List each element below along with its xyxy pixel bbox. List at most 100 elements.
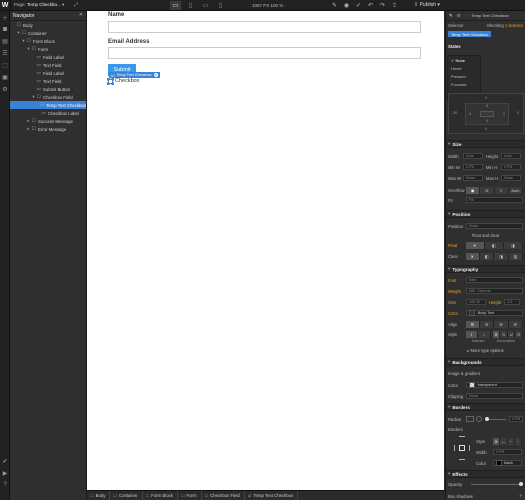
navigator-item[interactable]: ▾ ☐ Checkbox Field xyxy=(10,93,86,101)
ecommerce-icon[interactable]: ⬚ xyxy=(0,59,10,71)
align-justify-icon[interactable]: ☰ xyxy=(508,321,524,328)
add-icon[interactable]: ＋ xyxy=(519,493,523,499)
close-icon[interactable]: ✕ xyxy=(465,253,480,260)
fit-select[interactable]: Fill xyxy=(465,197,523,203)
border-bottom-icon[interactable] xyxy=(459,454,465,460)
navigator-icon[interactable]: ≣ xyxy=(0,23,10,35)
font-size-input[interactable]: 100 % xyxy=(466,299,486,305)
eye-icon[interactable]: ◉ xyxy=(342,1,351,10)
effects-section-header[interactable]: ▾ Effects xyxy=(446,470,525,478)
weight-select[interactable]: 400 - Normal xyxy=(465,288,523,294)
min-width-input[interactable]: 0 PX xyxy=(463,164,483,170)
clear-both-icon[interactable]: ▥ xyxy=(508,253,524,260)
radius-each-icon[interactable] xyxy=(476,416,482,422)
undo-icon[interactable]: ↶ xyxy=(366,1,375,10)
border-top-icon[interactable] xyxy=(459,436,465,442)
name-text-field[interactable] xyxy=(108,21,421,33)
breadcrumb-item[interactable]: ☑ Temp Text Checkbox xyxy=(245,490,299,500)
add-panel-icon[interactable]: ＋ xyxy=(0,11,10,23)
padding-top-value[interactable]: 0 xyxy=(486,104,488,108)
height-input[interactable]: Auto xyxy=(501,153,521,159)
page-selector[interactable]: Page: Temp Checkbo... ▾ xyxy=(14,2,64,8)
dashed-line-icon[interactable]: ╌ xyxy=(507,438,515,445)
border-color-input[interactable]: black xyxy=(493,460,522,466)
line-height-input[interactable]: 1.2 xyxy=(504,299,520,305)
status-check-icon[interactable]: ✔ xyxy=(354,1,363,10)
breadcrumb-item[interactable]: ☐ Form Block xyxy=(143,490,178,500)
clipping-select[interactable]: None xyxy=(466,393,523,399)
padding-bottom-value[interactable]: 0 xyxy=(486,119,488,123)
dotted-line-icon[interactable]: ┈ xyxy=(514,438,522,445)
scroll-icon[interactable]: ≡ xyxy=(494,187,509,194)
width-input[interactable]: Auto xyxy=(463,153,483,159)
selector-chip[interactable]: Temp Text Checkbox xyxy=(448,31,492,37)
spacing-box-model[interactable]: 0 -20 0 0 0 0 0 0 xyxy=(448,93,524,134)
checkbox-field[interactable]: Checkbox xyxy=(107,77,139,85)
size-section-header[interactable]: ▾ Size xyxy=(446,140,525,148)
min-height-input[interactable]: 0 PX xyxy=(501,164,521,170)
border-width-input[interactable]: 0 PX xyxy=(493,449,522,455)
padding-right-value[interactable]: 0 xyxy=(503,112,505,116)
float-clear-toggle[interactable]: Float and clear xyxy=(472,233,500,238)
opacity-slider[interactable] xyxy=(471,482,523,486)
desktop-device-icon[interactable]: ▭ xyxy=(170,1,181,10)
expand-icon[interactable]: ⤢ xyxy=(72,1,80,9)
font-select[interactable]: Inter xyxy=(465,277,523,283)
state-option[interactable]: Hover xyxy=(448,64,480,72)
overline-icon[interactable]: Ō xyxy=(515,331,523,338)
navigator-item[interactable]: ▾ ☐ Container xyxy=(10,29,86,37)
typography-section-header[interactable]: ▾ Typography xyxy=(446,265,525,273)
solid-line-icon[interactable]: — xyxy=(500,438,508,445)
element-settings-icon[interactable]: ⚙ xyxy=(153,73,158,77)
italic-off-icon[interactable]: I xyxy=(465,331,479,338)
share-icon[interactable]: ⇪ xyxy=(390,1,399,10)
eye-icon[interactable]: ◉ xyxy=(466,187,481,194)
backgrounds-section-header[interactable]: ▾ Backgrounds xyxy=(446,358,525,366)
italic-icon[interactable]: I xyxy=(478,331,491,338)
radius-slider[interactable] xyxy=(485,416,506,421)
float-right-icon[interactable]: ◨ xyxy=(503,242,524,249)
position-section-header[interactable]: ▾ Position xyxy=(446,210,525,218)
mobile-landscape-icon[interactable]: ▭ xyxy=(200,1,211,10)
navigator-item[interactable]: ▸ ☐ Success Message xyxy=(10,117,86,125)
tablet-device-icon[interactable]: ▯ xyxy=(185,1,196,10)
navigator-item[interactable]: ▭ Submit Button xyxy=(10,85,86,93)
help-icon[interactable]: ? xyxy=(0,479,10,491)
brush-icon[interactable]: ✎ xyxy=(330,1,339,10)
navigator-item[interactable]: ▭ Field Label xyxy=(10,53,86,61)
overflow-auto-option[interactable]: Auto xyxy=(508,187,523,194)
close-icon[interactable]: ✕ xyxy=(465,242,485,249)
breadcrumb-item[interactable]: ☐ Container xyxy=(110,490,143,500)
margin-right-value[interactable]: 0 xyxy=(517,111,519,115)
navigator-item[interactable]: ▸ ☐ Error Message xyxy=(10,125,86,133)
radius-all-icon[interactable] xyxy=(466,416,474,422)
webflow-logo-icon[interactable]: W xyxy=(0,0,11,11)
redo-icon[interactable]: ↷ xyxy=(378,1,387,10)
close-icon[interactable]: ✕ xyxy=(493,438,501,445)
navigator-item[interactable]: ▾ ☐ Form Block xyxy=(10,37,86,45)
navigator-item[interactable]: ▾ ☐ Form xyxy=(10,45,86,53)
navigator-item[interactable]: ▭ Checkbox Label xyxy=(10,109,86,117)
close-icon[interactable]: ✕ xyxy=(79,12,83,18)
state-option[interactable]: Pressed xyxy=(448,72,480,80)
checkbox-input[interactable] xyxy=(107,77,114,85)
tab-style-icon[interactable]: ✎ xyxy=(448,13,454,19)
close-icon[interactable]: ✕ xyxy=(492,331,501,338)
state-option[interactable]: ✓ None xyxy=(448,56,480,64)
breadcrumb-item[interactable]: ☐ Checkbox Field xyxy=(202,490,245,500)
state-option[interactable]: Focused xyxy=(448,80,480,88)
clear-right-icon[interactable]: ◨ xyxy=(494,253,509,260)
navigator-item[interactable]: ☑ Temp Text Checkbox xyxy=(10,101,86,109)
margin-top-value[interactable]: 0 xyxy=(485,96,487,100)
tab-interactions-icon[interactable]: ◌ xyxy=(464,13,469,18)
slider-handle[interactable] xyxy=(485,416,489,421)
bg-color-input[interactable]: transparent xyxy=(465,382,523,388)
navigator-item[interactable]: ▭ Field Label xyxy=(10,69,86,77)
radius-input[interactable]: 0 PX xyxy=(509,416,523,422)
video-help-icon[interactable]: ▶ xyxy=(0,467,10,479)
borders-section-header[interactable]: ▾ Borders xyxy=(446,403,525,411)
margin-bottom-value[interactable]: 0 xyxy=(485,127,487,131)
align-right-icon[interactable]: ☰ xyxy=(494,321,509,328)
pages-icon[interactable]: ▤ xyxy=(0,35,10,47)
tab-settings-icon[interactable]: ⚙ xyxy=(456,13,462,19)
